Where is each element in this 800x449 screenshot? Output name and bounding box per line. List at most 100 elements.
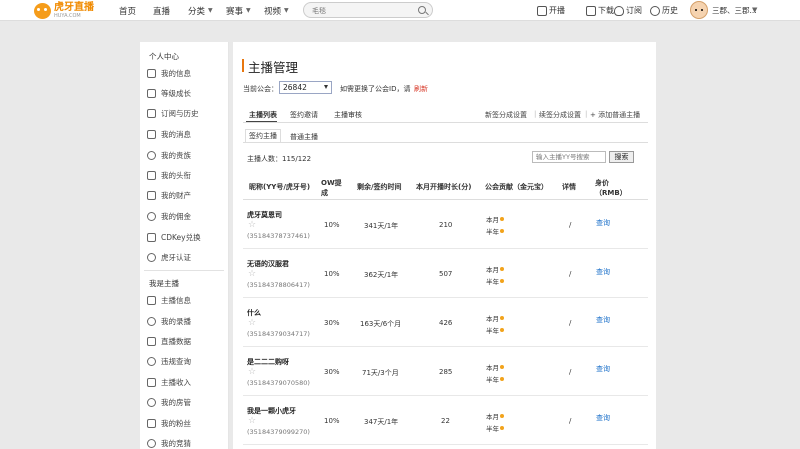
ow-rate: 30% [324,368,340,376]
sidebar-item-label: 我的贵族 [161,150,191,160]
anchor-yy-id: (35184378737461) [247,232,310,240]
anchor-name: 我是一颗小虎牙 [247,407,296,415]
sidebar-item-income[interactable]: 主播收入 [147,375,191,389]
price-query-link[interactable]: 查询 [596,364,610,374]
sidebar-item-nobility[interactable]: 我的贵族 [147,148,191,162]
download-label: 下载 [598,6,614,15]
sidebar-item-live-data[interactable]: 直播数据 [147,334,191,348]
tab-anchor-review[interactable]: 主播审核 [334,110,362,120]
column-header-detail: 详情 [562,183,576,191]
sidebar-section-streamer: 我是主播 [149,279,179,288]
chevron-down-icon [324,85,328,89]
remaining-time: 341天/1年 [364,222,399,230]
sidebar-item-recordings[interactable]: 我的录播 [147,314,191,328]
price-query-link[interactable]: 查询 [596,267,610,277]
sidebar-item-label: 主播信息 [161,295,191,305]
anchor-search-input[interactable] [532,151,606,163]
ow-rate: 10% [324,221,340,229]
contribution-halfyear: 半年 [486,423,504,433]
title-accent-bar [242,59,244,72]
huya-logo[interactable]: 虎牙直播 HUYA.COM [34,2,102,19]
sidebar-item-label: 我的粉丝 [161,418,191,428]
quiz-icon [147,438,156,448]
search-button[interactable]: 搜索 [609,151,634,163]
subtab-signed-anchors[interactable]: 签约主播 [245,129,281,143]
tab-anchor-list[interactable]: 主播列表 [249,110,277,120]
new-sign-share-settings-link[interactable]: 新签分成设置 [485,110,527,120]
sidebar-item-label: 主播收入 [161,377,191,387]
nav-video[interactable]: 视频 ▼ [264,0,289,21]
sidebar-item-predictions[interactable]: 我的竞猜 [147,436,191,449]
contribution-halfyear-label: 半年 [486,425,499,433]
refresh-link[interactable]: 刷新 [414,84,428,94]
price-query-link[interactable]: 查询 [596,218,610,228]
sidebar-item-commission[interactable]: 我的佣金 [147,209,191,223]
anchor-management-panel: 主播管理 当前公会： 26842 如需更换了公会ID，请 刷新 主播列表 签约邀… [233,42,656,449]
admin-icon [147,397,156,407]
sidebar-item-messages[interactable]: 我的消息 [147,127,191,141]
crown-icon [147,150,156,160]
ow-rate: 30% [324,319,340,327]
renew-share-settings-link[interactable]: 续签分成设置 [539,110,581,120]
column-header-minutes: 本月开播时长(分) [416,183,472,191]
tab-sign-invites[interactable]: 签约邀请 [290,110,318,120]
sidebar-item-label: 违规查询 [161,356,191,366]
guild-select[interactable]: 26842 [279,81,332,94]
sidebar-item-violations[interactable]: 违规查询 [147,354,191,368]
sidebar-divider [144,270,224,271]
sidebar-item-titles[interactable]: 我的头衔 [147,168,191,182]
user-name[interactable]: 三郡、三郡... [712,0,757,21]
go-live-button[interactable]: 开播 [537,0,565,21]
sidebar-item-label: 我的消息 [161,129,191,139]
chevron-down-icon[interactable]: ▼ [752,6,757,14]
download-icon [586,5,596,16]
coin-icon [500,365,504,369]
price-query-link[interactable]: 查询 [596,315,610,325]
search-icon[interactable] [418,6,426,14]
sidebar-item-subscriptions[interactable]: 订阅与历史 [147,106,199,120]
history-button[interactable]: 历史 [650,0,678,21]
go-live-label: 开播 [549,6,565,15]
sidebar-item-streamer-info[interactable]: 主播信息 [147,293,191,307]
chevron-down-icon: ▼ [208,7,213,14]
avatar[interactable] [690,1,708,19]
guild-select-value: 26842 [283,83,307,92]
add-regular-anchor-link[interactable]: + 添加普通主播 [590,110,640,120]
sidebar-item-room-admins[interactable]: 我的房管 [147,395,191,409]
header-search-input[interactable] [312,5,412,16]
header-search [303,2,433,18]
subscribe-button[interactable]: 订阅 [614,0,642,21]
nav-events[interactable]: 赛事 ▼ [226,0,251,21]
sidebar-item-label: 我的头衔 [161,170,191,180]
anchor-name: 虎牙莫恩司 [247,211,282,219]
anchor-yy-id: (35184379070580) [247,379,310,387]
coin-icon [500,316,504,320]
star-icon: ☆ [248,367,257,377]
detail-value: / [569,221,572,229]
download-button[interactable]: 下载 [586,0,614,21]
sidebar-item-verification[interactable]: 虎牙认证 [147,250,191,264]
sidebar-item-label: 等级成长 [161,88,191,98]
nav-home[interactable]: 首页 [119,0,136,21]
remaining-time: 163天/6个月 [360,320,402,328]
contribution-month-label: 本月 [486,364,499,372]
sidebar-item-cdkey[interactable]: CDKey兑换 [147,230,201,244]
coin-icon [500,267,504,271]
subtab-regular-anchors[interactable]: 普通主播 [290,132,318,142]
sidebar-item-level[interactable]: 等级成长 [147,86,191,100]
record-icon [147,316,156,326]
stream-minutes: 285 [439,368,453,376]
sidebar-item-assets[interactable]: 我的财产 [147,188,191,202]
column-header-contribution: 公会贡献（金元宝） [485,183,548,191]
chevron-down-icon: ▼ [246,7,251,14]
price-query-link[interactable]: 查询 [596,413,610,423]
anchor-name: 什么 [247,309,261,317]
nav-category[interactable]: 分类 ▼ [188,0,213,21]
logo-domain: HUYA.COM [54,12,81,19]
star-icon: ☆ [248,269,257,279]
sidebar-item-fans[interactable]: 我的粉丝 [147,416,191,430]
nav-live[interactable]: 直播 [153,0,170,21]
contribution-halfyear: 半年 [486,226,504,236]
sidebar-item-my-info[interactable]: 我的信息 [147,66,191,80]
badge-icon [147,170,156,180]
